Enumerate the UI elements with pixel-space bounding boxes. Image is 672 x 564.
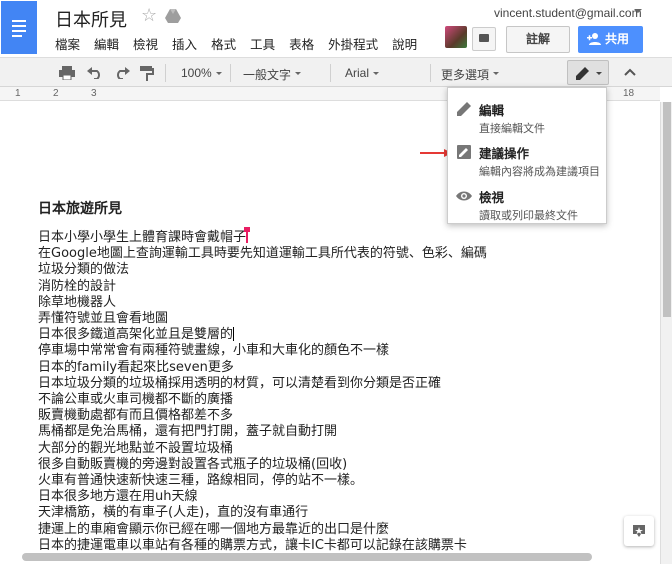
chevron-down-icon (596, 72, 602, 75)
divider (330, 64, 331, 82)
mode-option-title: 建議操作 (479, 146, 530, 161)
document-line[interactable]: 日本垃圾分類的垃圾桶採用透明的材質，可以清楚看到你分類是否正確 (38, 376, 487, 392)
ruler-label: 1 (15, 88, 21, 99)
vertical-scrollbar[interactable] (660, 102, 672, 564)
document-heading[interactable]: 日本旅遊所見 (38, 198, 122, 218)
scrollbar-thumb[interactable] (663, 102, 671, 317)
chat-icon[interactable] (472, 27, 496, 51)
menu-format[interactable]: 格式 (211, 34, 236, 53)
toolbar: 100% 一般文字 Arial 更多選項 (0, 57, 672, 87)
mode-option-title: 檢視 (479, 190, 505, 205)
ruler-label: 2 (53, 88, 59, 99)
document-line[interactable]: 停車場中常常會有兩種符號畫線，小車和大車化的顏色不一樣 (38, 343, 487, 359)
mode-option-edit[interactable]: 編輯 直接編輯文件 (448, 92, 608, 135)
document-line[interactable]: 日本的捷運電車以車站有各種的購票方式，讓卡IC卡都可以記錄在該購票卡 (38, 538, 487, 554)
document-line[interactable]: 垃圾分類的做法 (38, 262, 487, 278)
document-line[interactable]: 不論公車或火車司機都不斷的廣播 (38, 392, 487, 408)
app-header: 日本所見 ☆ vincent.student@gmail.com 檔案 編輯 檢… (0, 0, 672, 57)
zoom-select[interactable]: 100% (181, 66, 222, 80)
menu-help[interactable]: 說明 (392, 34, 417, 53)
share-button[interactable]: 共用 (578, 26, 643, 53)
document-line[interactable]: 大部分的觀光地點並不設置垃圾桶 (38, 441, 487, 457)
document-line[interactable]: 弄懂符號並且會看地圖 (38, 311, 487, 327)
menu-insert[interactable]: 插入 (172, 34, 197, 53)
document-line[interactable]: 在Google地圖上查詢運輸工具時要先知道運輸工具所代表的符號、色彩、編碼 (38, 246, 487, 262)
mode-option-view[interactable]: 檢視 讀取或列印最終文件 (448, 179, 608, 222)
docs-home-icon[interactable] (1, 1, 37, 54)
chevron-up-icon[interactable] (624, 68, 636, 76)
comments-button[interactable]: 註解 (506, 26, 570, 53)
mode-option-description: 編輯內容將成為建議項目 (479, 165, 600, 178)
document-line[interactable]: 天津橋筋，橫的有車子(人走)，直的沒有車通行 (38, 505, 487, 521)
document-line[interactable]: 很多自動販賣機的旁邊對設置各式瓶子的垃圾桶(回收) (38, 457, 487, 473)
font-select[interactable]: Arial (345, 66, 380, 80)
editing-mode-menu: 編輯 直接編輯文件 建議操作 編輯內容將成為建議項目 檢視 讀取或列印最終文件 (447, 87, 607, 224)
document-title[interactable]: 日本所見 (55, 6, 127, 32)
document-line[interactable]: 消防栓的設計 (38, 279, 487, 295)
document-line[interactable]: 馬桶都是免治馬桶，還有把門打開，蓋子就自動打開 (38, 424, 487, 440)
collaborator-cursor (244, 227, 251, 243)
menu-addons[interactable]: 外掛程式 (328, 34, 378, 53)
divider (230, 64, 231, 82)
pencil-icon (457, 102, 471, 116)
style-select[interactable]: 一般文字 (243, 66, 302, 83)
document-line[interactable]: 販賣機動處都有而且價格都差不多 (38, 408, 487, 424)
document-line[interactable]: 火車有普通快速新快速三種，路線相同，停的站不一樣。 (38, 473, 487, 489)
document-body[interactable]: 日本小學小學生上體育課時會戴帽子 在Google地圖上查詢運輸工具時要先知道運輸… (38, 227, 487, 554)
document-line[interactable]: 日本的family看起來比seven更多 (38, 360, 487, 376)
share-label: 共用 (605, 32, 630, 46)
document-line[interactable]: 日本很多地方還在用uh天線 (38, 489, 487, 505)
text-cursor (233, 327, 235, 342)
document-line[interactable]: 除草地機器人 (38, 295, 487, 311)
menu-table[interactable]: 表格 (289, 34, 314, 53)
more-options-select[interactable]: 更多選項 (441, 66, 500, 83)
menu-tools[interactable]: 工具 (250, 34, 275, 53)
explore-button[interactable] (624, 516, 654, 546)
ruler-label: 3 (91, 88, 97, 99)
menu-bar: 檔案 編輯 檢視 插入 格式 工具 表格 外掛程式 說明 (55, 34, 431, 53)
editing-mode-button[interactable] (567, 60, 609, 85)
person-add-icon (587, 33, 601, 45)
undo-icon[interactable] (87, 67, 103, 79)
paint-format-icon[interactable] (140, 66, 154, 81)
document-line[interactable]: 日本很多鐵道高架化並且是雙層的 (38, 327, 487, 343)
avatar[interactable] (445, 26, 467, 48)
divider (165, 64, 166, 82)
redo-icon[interactable] (114, 67, 130, 79)
menu-file[interactable]: 檔案 (55, 34, 80, 53)
document-line[interactable]: 捷運上的車廂會顯示你已經在哪一個地方最靠近的出口是什麼 (38, 522, 487, 538)
menu-view[interactable]: 檢視 (133, 34, 158, 53)
divider (430, 64, 431, 82)
account-chevron-down-icon[interactable] (634, 9, 642, 13)
pencil-icon (576, 67, 589, 80)
suggest-icon (457, 145, 471, 159)
move-to-folder-icon[interactable] (165, 9, 181, 23)
horizontal-scrollbar[interactable] (22, 553, 592, 561)
explore-icon (633, 525, 645, 537)
mode-option-description: 直接編輯文件 (479, 122, 545, 135)
print-icon[interactable] (59, 66, 75, 80)
eye-icon (456, 191, 472, 201)
ruler-label: 18 (623, 88, 635, 99)
star-icon[interactable]: ☆ (141, 5, 157, 26)
mode-option-description: 讀取或列印最終文件 (479, 209, 578, 222)
account-email[interactable]: vincent.student@gmail.com (494, 6, 642, 20)
mode-option-title: 編輯 (479, 103, 505, 118)
mode-option-suggest[interactable]: 建議操作 編輯內容將成為建議項目 (448, 135, 608, 178)
document-line[interactable]: 日本小學小學生上體育課時會戴帽子 (38, 227, 487, 246)
menu-edit[interactable]: 編輯 (94, 34, 119, 53)
